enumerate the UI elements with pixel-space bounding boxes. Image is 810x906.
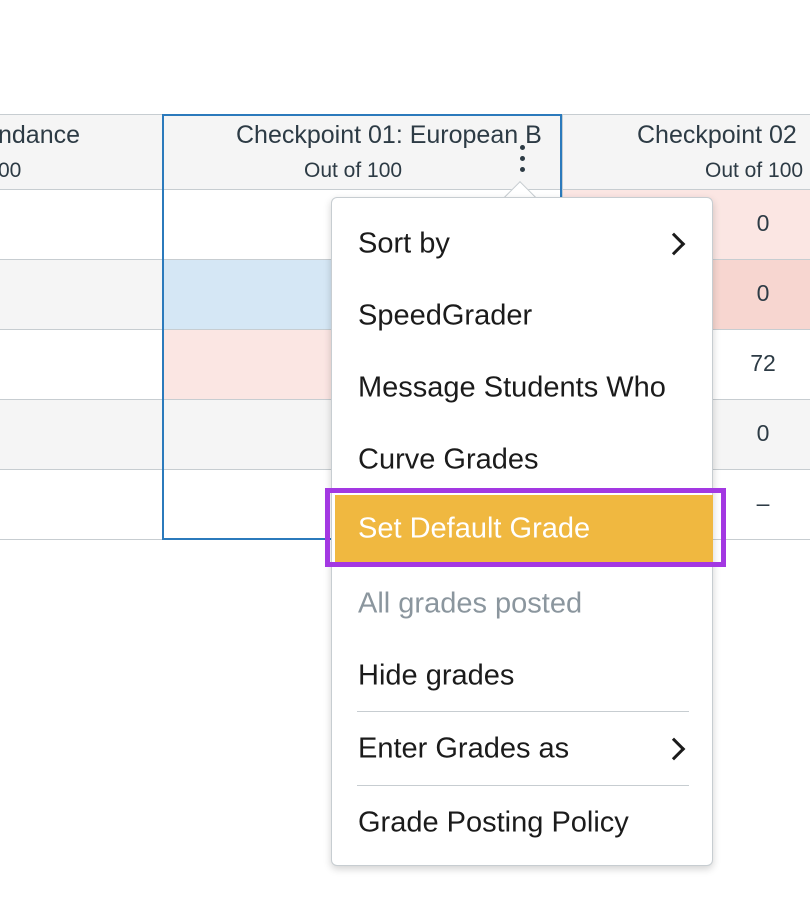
column-title: Checkpoint 01: European B [236,121,542,149]
kebab-icon[interactable] [510,142,534,176]
menu-item-enter-grades-as[interactable]: Enter Grades as [332,713,712,785]
column-header-attendance[interactable]: ndance 00 [0,114,162,190]
grade-cell[interactable] [0,260,162,329]
menu-item-grade-posting-policy[interactable]: Grade Posting Policy [332,787,712,859]
grade-cell[interactable] [0,330,162,399]
menu-item-sort-by[interactable]: Sort by [332,208,712,280]
column-points: Out of 100 [705,159,804,182]
column-header-checkpoint-02[interactable]: Checkpoint 02 Out of 100 [562,114,810,190]
menu-pointer-mask [500,198,540,212]
menu-item-message-students[interactable]: Message Students Who [332,352,712,424]
column-header-checkpoint-01[interactable]: Checkpoint 01: European B Out of 100 [162,114,562,190]
column-options-menu: Sort by SpeedGrader Message Students Who… [331,197,713,866]
menu-item-all-grades-posted: All grades posted [358,587,583,620]
menu-divider [357,711,689,712]
grade-cell[interactable] [0,400,162,469]
chevron-right-icon [662,737,686,761]
column-title: ndance [0,121,81,149]
menu-item-set-default-grade[interactable]: Set Default Grade [335,495,713,563]
grade-cell[interactable] [0,470,162,539]
menu-item-hide-grades[interactable]: Hide grades [332,640,712,712]
column-title: Checkpoint 02 [637,121,797,149]
menu-item-speedgrader[interactable]: SpeedGrader [332,280,712,352]
menu-item-curve-grades[interactable]: Curve Grades [332,424,712,496]
menu-divider [357,785,689,786]
grade-cell[interactable] [0,190,162,259]
column-points: 00 [0,159,22,182]
chevron-right-icon [662,232,686,256]
column-points: Out of 100 [304,159,403,182]
